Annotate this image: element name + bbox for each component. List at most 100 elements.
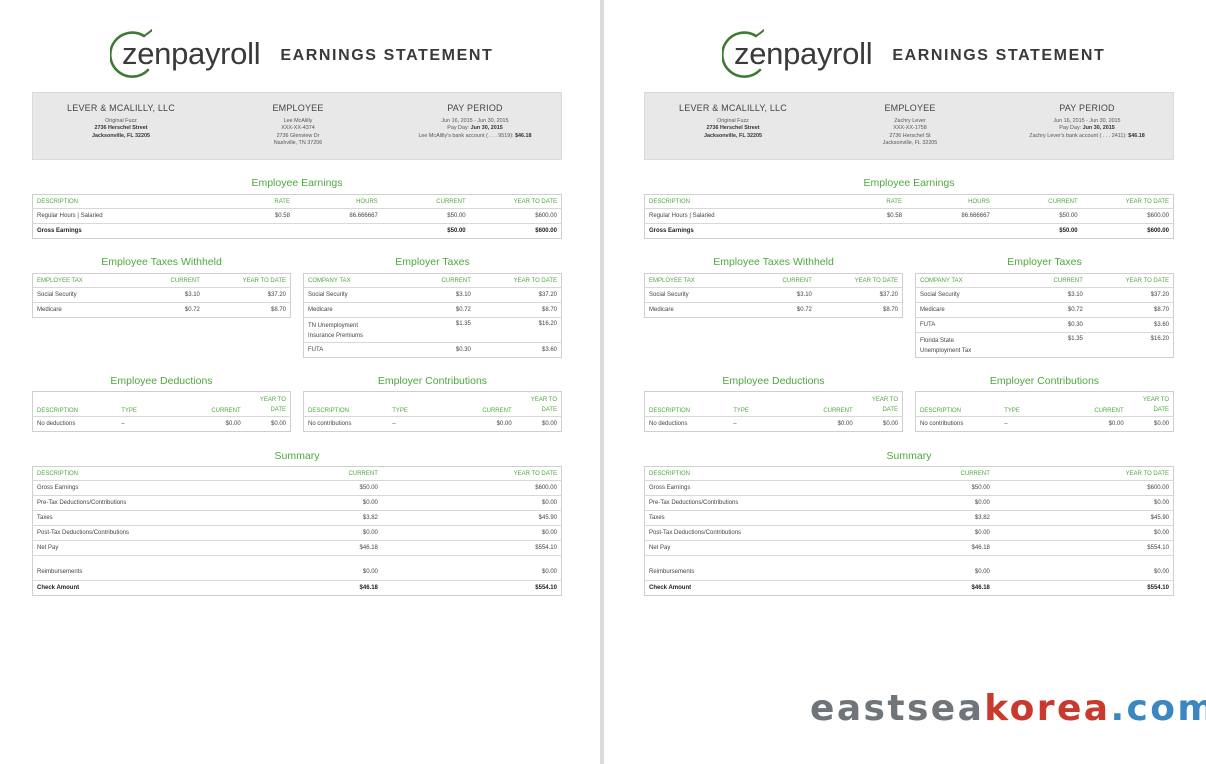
table-cell: $0.00 xyxy=(824,555,994,581)
statement-header: LEVER & MCALILLY, LLC Original Fuzz 2736… xyxy=(32,92,562,160)
employee-taxes-title: Employee Taxes Withheld xyxy=(713,256,834,268)
column-header: CURRENT xyxy=(441,277,471,284)
column-header: DESCRIPTION xyxy=(37,198,79,205)
column-header: YEAR TO DATE xyxy=(1125,470,1169,477)
table-cell: $0.72 xyxy=(1015,302,1087,318)
table-row: No deductions – $0.00 $0.00 xyxy=(32,416,291,432)
table-cell: Post-Tax Deductions/Contributions xyxy=(644,525,825,541)
table-cell: $8.70 xyxy=(815,302,903,318)
table-cell: Regular Hours | Salaried xyxy=(644,208,815,224)
table-row: Social Security $3.10 $37.20 xyxy=(32,287,291,303)
column-header: DESCRIPTION xyxy=(920,408,962,414)
table-cell: 86.666667 xyxy=(905,208,994,224)
bank-amount: $46.18 xyxy=(515,132,532,139)
table-cell: FUTA xyxy=(915,317,1016,333)
table-cell: $0.00 xyxy=(212,525,382,541)
table-cell: $600.00 xyxy=(469,223,562,239)
table-cell: $8.70 xyxy=(474,302,562,318)
table-cell: $3.60 xyxy=(474,342,562,358)
pay-period-range: Jun 16, 2015 - Jun 30, 2015 xyxy=(1053,117,1121,124)
table-row: Medicare $0.72 $8.70 xyxy=(915,302,1174,318)
table-cell: Pre-Tax Deductions/Contributions xyxy=(644,495,825,511)
employee-line: 2736 Herschel St xyxy=(889,132,931,139)
pay-day-value: Jun 30, 2015 xyxy=(470,125,503,132)
column-header: DESCRIPTION xyxy=(649,470,691,477)
table-cell: $0.30 xyxy=(403,342,475,358)
column-header: YEAR TO DATE xyxy=(513,470,557,477)
table-cell: – xyxy=(1000,416,1060,432)
employee-taxes-table: EMPLOYEE TAX CURRENT YEAR TO DATE Social… xyxy=(32,273,291,318)
header-logo: zenpayroll EARNINGS STATEMENT xyxy=(110,24,493,84)
watermark: eastseakorea.com xyxy=(810,688,1206,729)
table-cell: $46.18 xyxy=(824,580,994,596)
column-header: HOURS xyxy=(356,198,378,205)
summary-title: Summary xyxy=(274,450,320,462)
table-cell: No contributions xyxy=(303,416,389,432)
table-row: Taxes $3.82 $45.90 xyxy=(644,510,1174,526)
tax-name-line: Florida State xyxy=(920,338,955,344)
pay-period-info: PAY PERIOD Jun 16, 2015 - Jun 30, 2015 P… xyxy=(393,104,557,140)
table-cell: $554.10 xyxy=(993,540,1174,556)
employee-line: Jacksonville, FL 32205 xyxy=(882,140,938,147)
table-cell: $50.00 xyxy=(824,480,994,496)
table-row: Social Security $3.10 $37.20 xyxy=(915,287,1174,303)
table-cell: $0.00 xyxy=(1059,416,1128,432)
header-line: DATE xyxy=(1153,407,1169,413)
statement-title: EARNINGS STATEMENT xyxy=(280,47,494,64)
column-header: DESCRIPTION xyxy=(649,198,691,205)
employer-contributions-title: Employer Contributions xyxy=(989,375,1100,387)
table-cell: TN Unemployment Insurance Premiums xyxy=(303,317,404,343)
employer-taxes-title: Employer Taxes xyxy=(1007,256,1082,268)
statement-title: EARNINGS STATEMENT xyxy=(892,47,1106,64)
tax-name-line: Unemployment Tax xyxy=(920,348,972,354)
table-cell: $0.00 xyxy=(212,555,382,581)
column-header: YEAR TO DATE xyxy=(1128,392,1174,417)
zenpayroll-logo-icon xyxy=(722,26,764,82)
table-cell: $0.00 xyxy=(381,555,562,581)
table-cell: Gross Earnings xyxy=(644,480,825,496)
table-cell: Net Pay xyxy=(644,540,825,556)
table-cell: $3.10 xyxy=(132,287,204,303)
table-cell: $0.00 xyxy=(381,525,562,541)
column-header: TYPE xyxy=(733,408,749,414)
column-header: CURRENT xyxy=(960,470,990,477)
table-cell: $8.70 xyxy=(1086,302,1174,318)
table-cell: FUTA xyxy=(303,342,404,358)
table-row: Florida State Unemployment Tax $1.35 $16.… xyxy=(915,332,1174,358)
employer-taxes-table: COMPANY TAX CURRENT YEAR TO DATE Social … xyxy=(303,273,562,358)
company-line: Jacksonville, FL 32205 xyxy=(91,132,151,139)
table-cell: 86.666667 xyxy=(293,208,382,224)
employee-earnings-title: Employee Earnings xyxy=(863,177,955,189)
company-line: Jacksonville, FL 32205 xyxy=(703,132,763,139)
total-row: Check Amount $46.18 $554.10 xyxy=(32,580,562,596)
company-heading: LEVER & MCALILLY, LLC xyxy=(679,103,787,113)
table-cell: $0.00 xyxy=(993,495,1174,511)
employee-taxes-table: EMPLOYEE TAX CURRENT YEAR TO DATE Social… xyxy=(644,273,903,318)
table-cell: – xyxy=(729,416,789,432)
table-cell: Check Amount xyxy=(32,580,213,596)
earnings-statement-page: zenpayroll EARNINGS STATEMENT LEVER & MC… xyxy=(640,0,1180,764)
employee-line: Nashville, TN 37206 xyxy=(273,140,323,147)
table-cell: Reimbursements xyxy=(644,555,825,581)
table-cell: No deductions xyxy=(32,416,118,432)
table-cell: $0.58 xyxy=(202,208,294,224)
pay-period-heading: PAY PERIOD xyxy=(1059,103,1115,113)
column-header: COMPANY TAX xyxy=(308,277,351,284)
column-header: YEAR TO DATE xyxy=(857,392,903,417)
table-cell: $0.00 xyxy=(788,416,857,432)
company-heading: LEVER & MCALILLY, LLC xyxy=(67,103,175,113)
table-cell: Social Security xyxy=(644,287,745,303)
table-cell: $0.00 xyxy=(856,416,903,432)
column-header: CURRENT xyxy=(170,277,200,284)
table-cell: Gross Earnings xyxy=(644,223,815,239)
summary-title: Summary xyxy=(886,450,932,462)
column-header: COMPANY TAX xyxy=(920,277,963,284)
table-row: Net Pay $46.18 $554.10 xyxy=(644,540,1174,556)
table-row: Social Security $3.10 $37.20 xyxy=(644,287,903,303)
employee-info: EMPLOYEE Lee McAlilly XXX-XX-4374 2736 G… xyxy=(209,104,387,148)
table-header-row: EMPLOYEE TAX CURRENT YEAR TO DATE xyxy=(645,274,903,288)
employee-line: 2736 Glenview Dr xyxy=(276,132,320,139)
table-cell: $554.10 xyxy=(993,580,1174,596)
employer-contributions-table: DESCRIPTION TYPE CURRENT YEAR TO DATE No … xyxy=(915,391,1174,432)
column-header: RATE xyxy=(886,198,902,205)
